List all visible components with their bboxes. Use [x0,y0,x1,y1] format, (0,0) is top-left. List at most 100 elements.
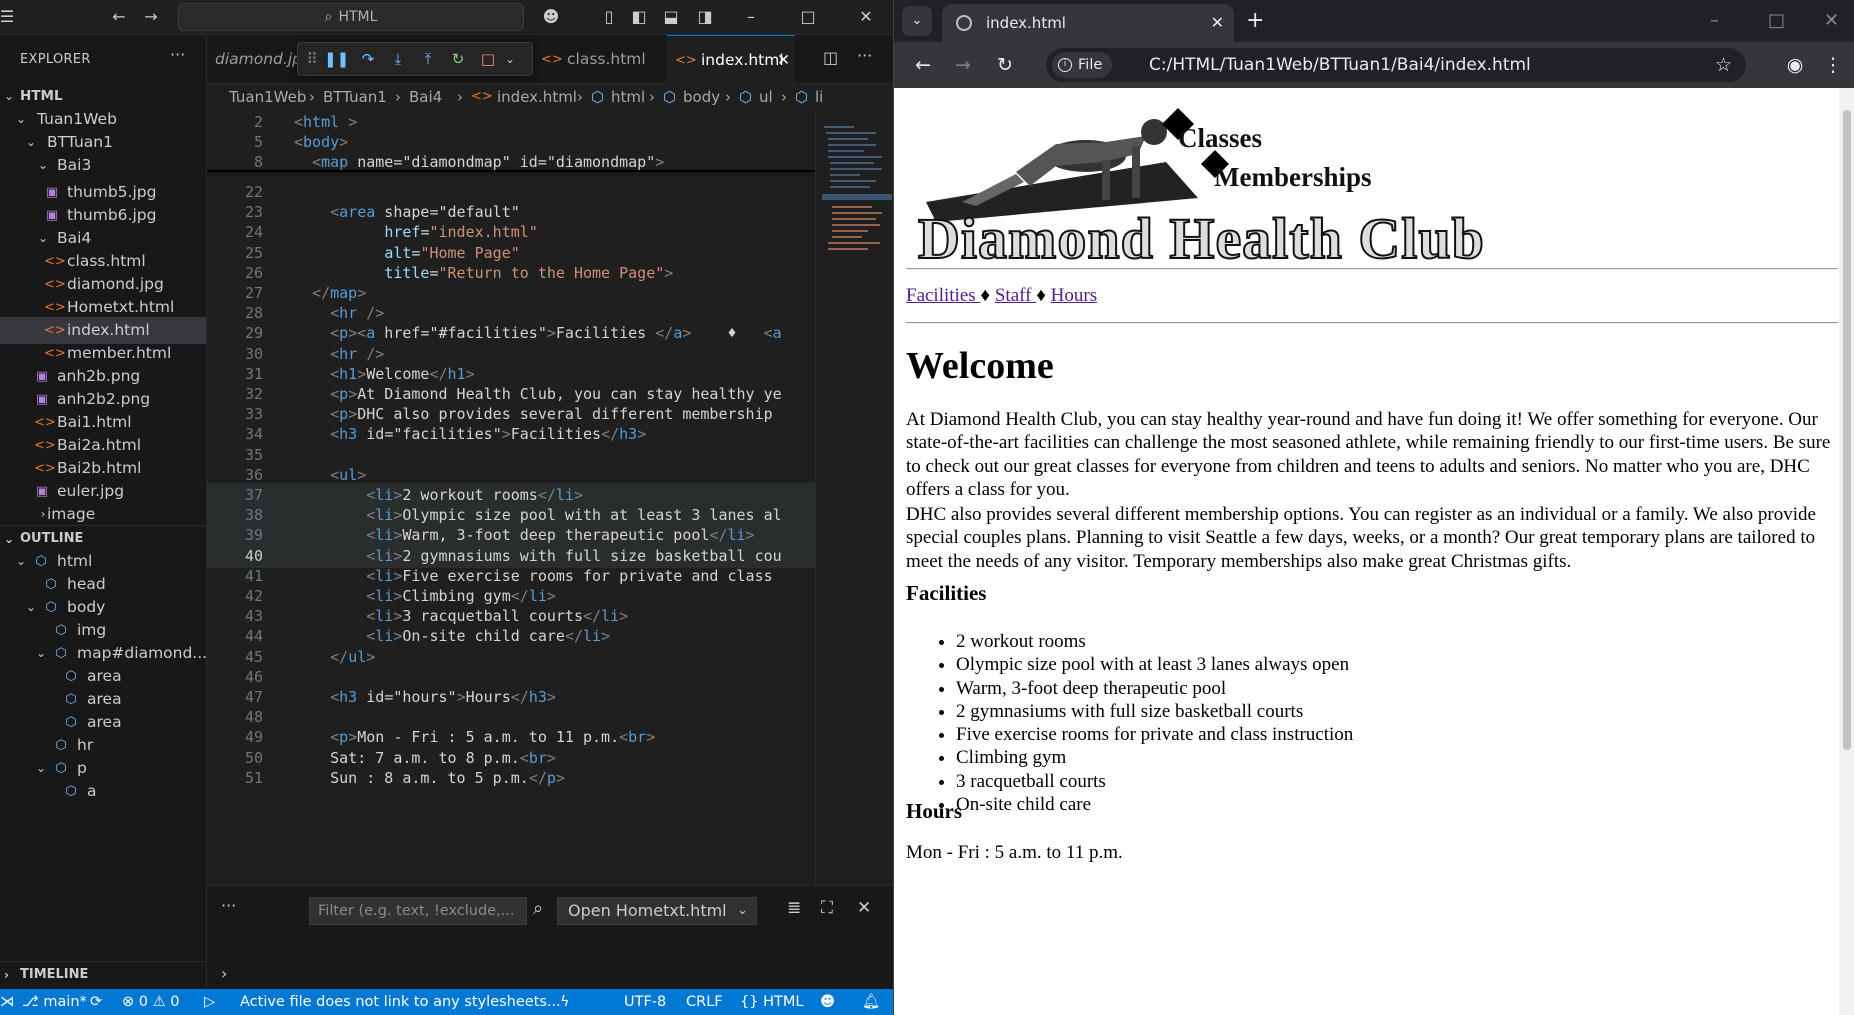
breadcrumb-item[interactable]: index.html [497,84,577,110]
back-arrow-icon[interactable]: ← [908,50,938,80]
nav-link-facilities[interactable]: Facilities [906,285,980,306]
chevron-right-icon[interactable]: › [221,964,227,983]
line-number: 51 [244,768,263,787]
filter-input[interactable]: Filter (e.g. text, !exclude,... [309,897,527,925]
list-item: 2 gymnasiums with full size basketball c… [956,700,1353,723]
tree-folder[interactable]: ⌄ Bai3 [0,152,206,179]
step-over-icon[interactable]: ↷ [356,47,380,71]
breadcrumb-item[interactable]: li [815,84,823,110]
sync-icon[interactable]: ⟳ [90,989,102,1015]
profile-icon[interactable]: ◉ [1780,50,1810,80]
forward-arrow-icon[interactable]: → [948,50,978,80]
maximize-icon[interactable]: □ [797,6,819,28]
timeline-section-header[interactable]: › TIMELINE [0,961,206,987]
branch-indicator[interactable]: ⎇ main* [22,989,87,1015]
close-tab-icon[interactable]: ✕ [777,36,790,85]
copilot-icon[interactable]: ☻ [540,6,562,28]
list-item: 3 racquetball courts [956,770,1353,793]
chevron-down-icon[interactable]: ⌄ [498,47,522,71]
more-actions-icon[interactable]: ··· [170,45,185,64]
more-actions-icon[interactable]: ··· [221,896,236,915]
code-line[interactable]: 51 Sun : 8 a.m. to 5 p.m.</p> [207,766,815,790]
step-out-icon[interactable]: ⤒ [416,47,440,71]
more-actions-icon[interactable]: ··· [857,46,872,65]
breadcrumb-item[interactable]: Tuan1Web [229,84,306,110]
horizontal-rule [906,268,1838,270]
html-file-icon: <> [675,53,697,68]
step-into-icon[interactable]: ⤓ [386,47,410,71]
maximize-panel-icon[interactable]: ⛶ [821,898,833,918]
back-arrow-icon[interactable]: ← [108,6,130,28]
tab-diamond[interactable]: diamond.jp [215,35,302,84]
problems-indicator[interactable]: ⊗ 0 ⚠ 0 [122,989,179,1015]
restart-icon[interactable]: ↻ [446,47,470,71]
minimap[interactable] [815,110,893,885]
tab-class[interactable]: <> class.html [533,35,663,84]
breadcrumb-item[interactable]: ul [759,84,773,110]
eol-indicator[interactable]: CRLF [686,989,723,1015]
language-indicator[interactable]: {} HTML [740,989,803,1015]
status-message[interactable]: Active file does not link to any stylesh… [240,989,561,1015]
customize-layout-icon[interactable]: ▯ [598,6,620,28]
close-panel-icon[interactable]: ✕ [857,898,871,918]
filter-icon[interactable]: ⌕ [533,898,543,919]
scrollbar-thumb[interactable] [1843,110,1851,750]
facilities-heading: Facilities [906,581,987,605]
minimize-icon[interactable]: – [740,6,762,28]
browser-menu-icon[interactable]: ⋮ [1818,50,1848,80]
copilot-icon[interactable]: ☻ [820,989,835,1015]
pause-icon[interactable]: ❚❚ [324,47,349,71]
site-info-chip[interactable]: i File [1052,52,1113,78]
lightning-icon[interactable]: ϟ [560,989,570,1015]
outline-item[interactable]: ⬡ a [0,778,206,805]
remote-indicator-icon[interactable]: ⋊ [0,989,15,1015]
explorer-title: EXPLORER [20,52,91,67]
breadcrumb: Tuan1Web › BTTuan1 › Bai4 › <> index.htm… [207,84,893,110]
encoding-indicator[interactable]: UTF-8 [624,989,666,1015]
command-center-search[interactable]: ⌕ HTML [178,3,524,31]
new-tab-plus-icon[interactable]: + [1246,8,1264,34]
menu-icon[interactable]: ☰ [0,6,18,28]
symbol-field-icon: ⬡ [795,88,809,106]
symbol-field-icon: ⬡ [65,784,77,799]
forward-arrow-icon[interactable]: → [140,6,162,28]
maximize-icon[interactable]: □ [1768,8,1785,34]
bookmark-star-icon[interactable]: ☆ [1715,48,1732,82]
breadcrumb-item[interactable]: BTTuan1 [323,84,387,110]
close-window-icon[interactable]: ✕ [855,6,877,28]
close-tab-icon[interactable]: ✕ [1211,4,1224,42]
nav-link-staff[interactable]: Staff [995,285,1036,306]
nav-link-hours[interactable]: Hours [1051,285,1097,306]
symbol-field-icon: ⬡ [591,88,605,106]
breadcrumb-item[interactable]: html [611,84,645,110]
minimize-icon[interactable]: – [1710,8,1719,34]
debug-icon[interactable]: ▷ [204,989,215,1015]
code-text: Sun : 8 a.m. to 5 p.m.</p> [294,768,565,787]
symbol-field-icon: ⬡ [739,88,753,106]
output-channel-select[interactable]: Open Hometxt.html ⌄ [557,897,757,925]
diamond-separator: ♦ [980,285,991,306]
close-window-icon[interactable]: ✕ [1824,8,1839,34]
browser-tab[interactable]: index.html ✕ [942,4,1234,42]
address-bar[interactable]: i File C:/HTML/Tuan1Web/BTTuan1/Bai4/ind… [1046,48,1746,82]
status-bar: ⋊ ⎇ main* ⟳ ⊗ 0 ⚠ 0 ▷ Active file does n… [0,989,893,1015]
split-editor-icon[interactable]: ◫ [823,48,838,67]
notifications-bell-icon[interactable]: 🔔︎ [862,989,880,1015]
code-editor[interactable]: 2 <html >5 <body> 8 <map name="diamondmap" … [207,110,815,885]
logo-classes-text: Classes [1178,123,1262,153]
clear-output-icon[interactable]: ≣ [787,898,801,918]
tab-index[interactable]: <> index.html ✕ [667,35,795,84]
reload-icon[interactable]: ↻ [990,50,1020,80]
breadcrumb-item[interactable]: Bai4 [409,84,442,110]
tree-folder[interactable]: › image [0,501,206,528]
page-scrollbar[interactable] [1839,88,1854,1015]
tab-search-chevron-icon[interactable]: ⌄ [902,6,932,36]
stop-icon[interactable]: □ [476,47,500,71]
toggle-panel-icon[interactable]: ⬓ [660,6,682,28]
toggle-sidebar-icon[interactable]: ◧ [628,6,650,28]
drag-handle-icon[interactable]: ⠿ [300,47,324,71]
breadcrumb-item[interactable]: body [683,84,720,110]
diamond-health-club-logo[interactable]: Classes Memberships Diamond Health Club [906,102,1596,282]
title-bar: ☰ ← → ⌕ HTML ☻ ▯ ◧ ⬓ ◨ – □ ✕ [0,0,893,35]
toggle-secondary-sidebar-icon[interactable]: ◨ [694,6,716,28]
